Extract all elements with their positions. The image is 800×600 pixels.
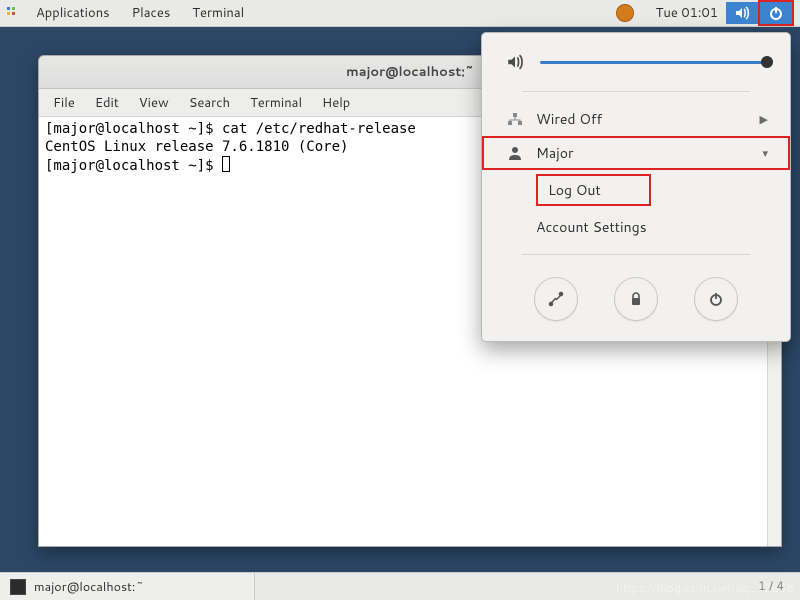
user-submenu: Log Out Account Settings bbox=[482, 174, 790, 244]
account-settings-item[interactable]: Account Settings bbox=[482, 210, 790, 244]
system-menu-dropdown: Wired Off ▶ Major ▾ Log Out Account Sett… bbox=[481, 32, 791, 342]
applications-icon bbox=[6, 6, 20, 20]
menu-search[interactable]: Search bbox=[179, 90, 240, 116]
logout-item[interactable]: Log Out bbox=[536, 174, 651, 206]
places-menu[interactable]: Places bbox=[122, 0, 181, 26]
user-icon bbox=[504, 145, 526, 161]
taskbar-item-label: major@localhost:~ bbox=[34, 578, 144, 596]
volume-indicator-icon[interactable] bbox=[726, 2, 758, 24]
volume-icon bbox=[504, 53, 526, 71]
applications-menu[interactable]: Applications bbox=[26, 0, 120, 26]
power-button[interactable] bbox=[694, 277, 738, 321]
separator bbox=[522, 91, 750, 92]
taskbar-item-terminal[interactable]: major@localhost:~ bbox=[0, 573, 255, 600]
menu-file[interactable]: File bbox=[43, 90, 85, 116]
separator bbox=[522, 254, 750, 255]
user-label: Major bbox=[536, 143, 762, 163]
terminal-menu[interactable]: Terminal bbox=[182, 0, 254, 26]
terminal-line: CentOS Linux release 7.6.1810 (Core) bbox=[45, 139, 348, 155]
network-icon bbox=[504, 111, 526, 127]
chevron-down-icon: ▾ bbox=[762, 145, 768, 161]
terminal-cursor bbox=[222, 156, 230, 172]
power-indicator-icon[interactable] bbox=[758, 0, 794, 26]
terminal-task-icon bbox=[10, 579, 26, 595]
network-row[interactable]: Wired Off ▶ bbox=[482, 102, 790, 136]
menu-view[interactable]: View bbox=[129, 90, 179, 116]
settings-button[interactable] bbox=[534, 277, 578, 321]
menu-terminal[interactable]: Terminal bbox=[240, 90, 312, 116]
volume-row bbox=[482, 47, 790, 81]
clock[interactable]: Tue 01:01 bbox=[648, 0, 726, 26]
user-row[interactable]: Major ▾ bbox=[482, 136, 790, 170]
top-panel: Applications Places Terminal Tue 01:01 bbox=[0, 0, 800, 27]
menu-help[interactable]: Help bbox=[312, 90, 360, 116]
page-indicator: 1 / 4 bbox=[758, 577, 784, 594]
volume-slider[interactable] bbox=[540, 55, 768, 69]
weather-icon[interactable] bbox=[608, 1, 648, 25]
lock-button[interactable] bbox=[614, 277, 658, 321]
action-buttons-row bbox=[482, 265, 790, 323]
window-title: major@localhost:~ bbox=[346, 63, 474, 81]
network-label: Wired Off bbox=[536, 109, 760, 129]
chevron-right-icon: ▶ bbox=[760, 111, 768, 127]
account-settings-label: Account Settings bbox=[536, 217, 647, 237]
menu-edit[interactable]: Edit bbox=[85, 90, 129, 116]
terminal-line: [major@localhost ~]$ cat /etc/redhat-rel… bbox=[45, 121, 416, 137]
terminal-line: [major@localhost ~]$ bbox=[45, 158, 222, 174]
